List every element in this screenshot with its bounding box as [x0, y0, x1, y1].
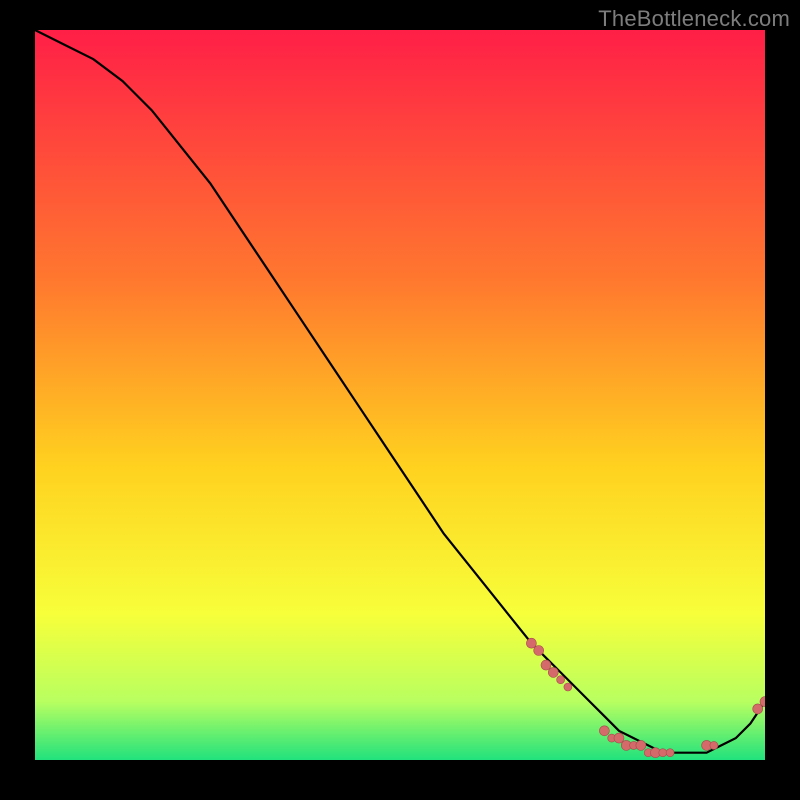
plot-svg: [35, 30, 765, 760]
data-marker: [710, 741, 718, 749]
bottleneck-plot: [35, 30, 765, 760]
chart-frame: TheBottleneck.com: [0, 0, 800, 800]
data-marker: [659, 749, 667, 757]
gradient-background: [35, 30, 765, 760]
data-marker: [753, 704, 763, 714]
data-marker: [636, 740, 646, 750]
data-marker: [526, 638, 536, 648]
data-marker: [534, 646, 544, 656]
data-marker: [557, 676, 565, 684]
data-marker: [666, 749, 674, 757]
data-marker: [548, 667, 558, 677]
data-marker: [599, 726, 609, 736]
data-marker: [614, 733, 624, 743]
data-marker: [564, 683, 572, 691]
watermark-text: TheBottleneck.com: [598, 6, 790, 32]
data-marker: [541, 660, 551, 670]
